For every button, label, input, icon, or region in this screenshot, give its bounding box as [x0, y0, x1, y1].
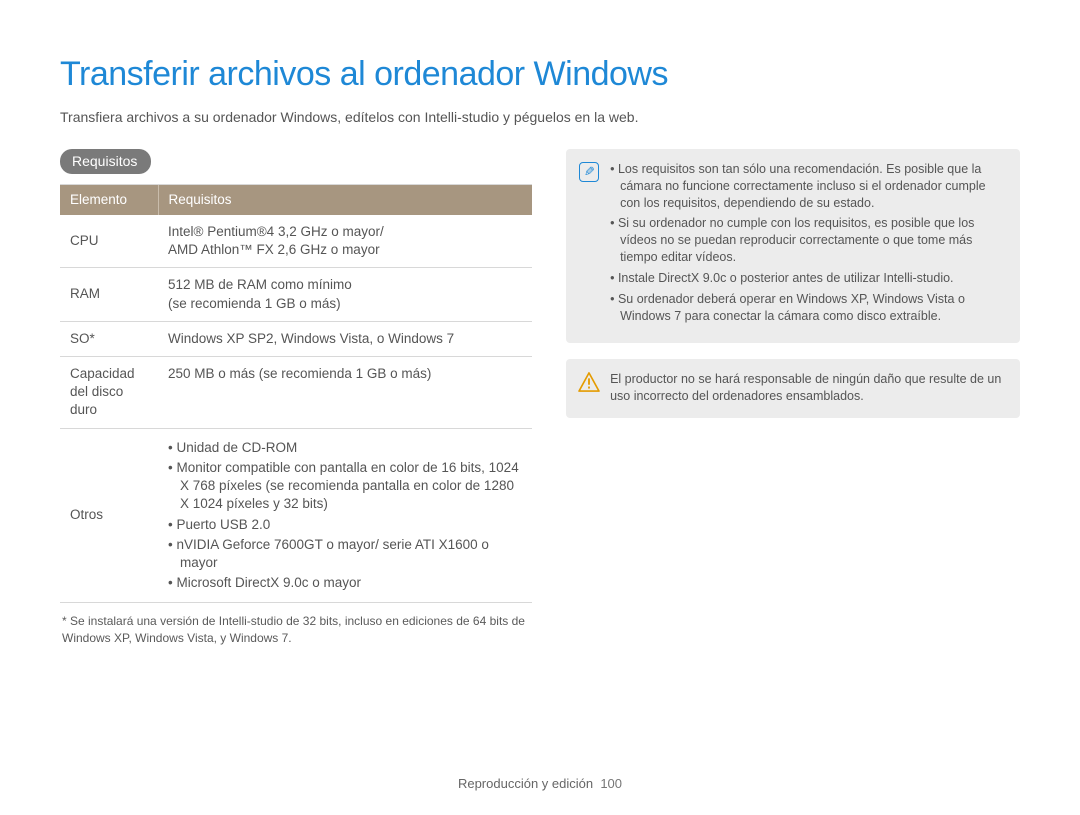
requirements-table: Elemento Requisitos CPU Intel® Pentium®4… — [60, 184, 532, 604]
others-item: Microsoft DirectX 9.0c o mayor — [168, 574, 522, 592]
footnote: * Se instalará una versión de Intelli-st… — [60, 613, 532, 645]
warning-icon — [578, 371, 600, 393]
left-column: Requisitos Elemento Requisitos CPU Intel… — [60, 149, 532, 646]
intro-text: Transfiera archivos a su ordenador Windo… — [60, 108, 1020, 127]
cell-others-label: Otros — [60, 428, 158, 603]
cell-so-value: Windows XP SP2, Windows Vista, o Windows… — [158, 321, 532, 356]
ram-line1: 512 MB de RAM como mínimo — [168, 277, 352, 292]
right-column: Los requisitos son tan sólo una recomend… — [566, 149, 1020, 435]
others-item: Unidad de CD-ROM — [168, 439, 522, 457]
section-heading-badge: Requisitos — [60, 149, 151, 174]
table-row: RAM 512 MB de RAM como mínimo (se recomi… — [60, 268, 532, 321]
others-item: nVIDIA Geforce 7600GT o mayor/ serie ATI… — [168, 536, 522, 572]
cell-disk-value: 250 MB o más (se recomienda 1 GB o más) — [158, 356, 532, 428]
content-columns: Requisitos Elemento Requisitos CPU Intel… — [60, 149, 1020, 646]
warning-text: El productor no se hará responsable de n… — [610, 371, 1006, 405]
warning-callout: El productor no se hará responsable de n… — [566, 359, 1020, 419]
table-row: Otros Unidad de CD-ROM Monitor compatibl… — [60, 428, 532, 603]
cpu-line1: Intel® Pentium®4 3,2 GHz o mayor/ — [168, 224, 384, 239]
cell-disk-label: Capacidad del disco duro — [60, 356, 158, 428]
info-icon — [578, 161, 600, 183]
info-item: Los requisitos son tan sólo una recomend… — [610, 161, 1006, 212]
page-title: Transferir archivos al ordenador Windows — [60, 52, 1020, 98]
th-requirements: Requisitos — [158, 184, 532, 215]
info-list: Los requisitos son tan sólo una recomend… — [610, 161, 1006, 329]
footer-page-number: 100 — [600, 776, 622, 791]
table-row: Capacidad del disco duro 250 MB o más (s… — [60, 356, 532, 428]
info-callout: Los requisitos son tan sólo una recomend… — [566, 149, 1020, 343]
cell-ram-label: RAM — [60, 268, 158, 321]
cpu-line2: AMD Athlon™ FX 2,6 GHz o mayor — [168, 242, 380, 257]
info-item: Si su ordenador no cumple con los requis… — [610, 215, 1006, 266]
table-row: SO* Windows XP SP2, Windows Vista, o Win… — [60, 321, 532, 356]
cell-so-label: SO* — [60, 321, 158, 356]
page-footer: Reproducción y edición 100 — [0, 775, 1080, 793]
cell-ram-value: 512 MB de RAM como mínimo (se recomienda… — [158, 268, 532, 321]
cell-cpu-value: Intel® Pentium®4 3,2 GHz o mayor/ AMD At… — [158, 215, 532, 268]
footer-section: Reproducción y edición — [458, 776, 593, 791]
table-row: CPU Intel® Pentium®4 3,2 GHz o mayor/ AM… — [60, 215, 532, 268]
info-item: Instale DirectX 9.0c o posterior antes d… — [610, 270, 1006, 287]
cell-cpu-label: CPU — [60, 215, 158, 268]
ram-line2: (se recomienda 1 GB o más) — [168, 296, 341, 311]
others-item: Puerto USB 2.0 — [168, 516, 522, 534]
cell-others-value: Unidad de CD-ROM Monitor compatible con … — [158, 428, 532, 603]
others-item: Monitor compatible con pantalla en color… — [168, 459, 522, 514]
info-item: Su ordenador deberá operar en Windows XP… — [610, 291, 1006, 325]
th-element: Elemento — [60, 184, 158, 215]
